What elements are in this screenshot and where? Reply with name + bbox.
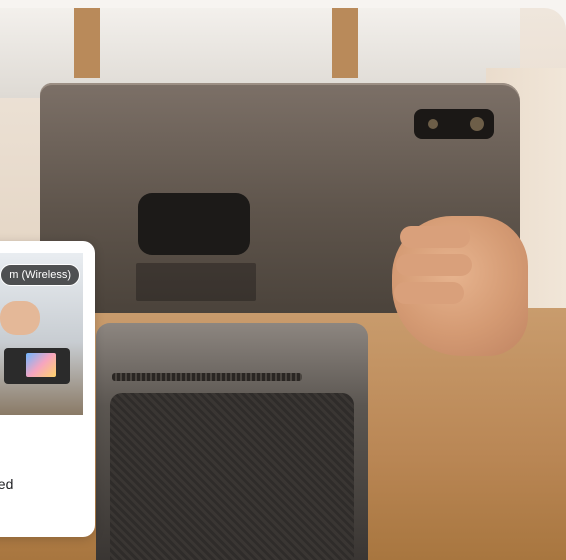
thumbnail-hands <box>0 301 40 335</box>
finger <box>394 282 464 304</box>
card-body-text: eed <box>0 476 14 492</box>
product-popover-card[interactable]: m (Wireless) eed <box>0 241 95 537</box>
dock-connector-icon <box>138 193 250 255</box>
stand-fabric <box>110 393 354 560</box>
apron-strap-left <box>74 8 100 78</box>
finger <box>400 226 470 248</box>
stand-grill <box>112 373 302 381</box>
product-variant-chip[interactable]: m (Wireless) <box>0 264 80 286</box>
apron-strap-right <box>332 8 358 78</box>
finger <box>396 254 472 276</box>
thumbnail-screen <box>26 353 56 377</box>
camera-lens <box>428 119 438 129</box>
hand <box>392 216 528 356</box>
tablet-label <box>136 263 256 301</box>
camera-module-icon <box>414 109 494 139</box>
charging-stand <box>96 323 368 560</box>
camera-lens-main <box>470 117 484 131</box>
